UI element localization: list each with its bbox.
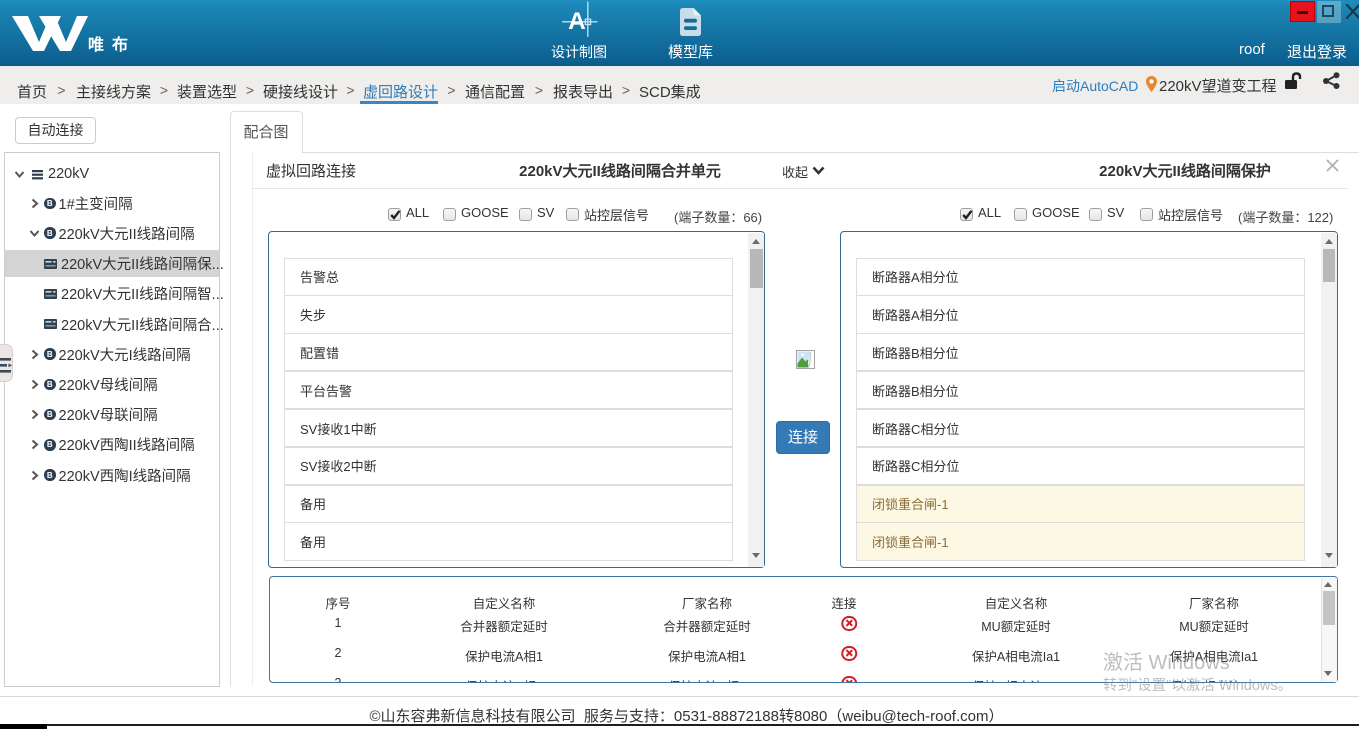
svg-text:A: A <box>568 8 586 35</box>
